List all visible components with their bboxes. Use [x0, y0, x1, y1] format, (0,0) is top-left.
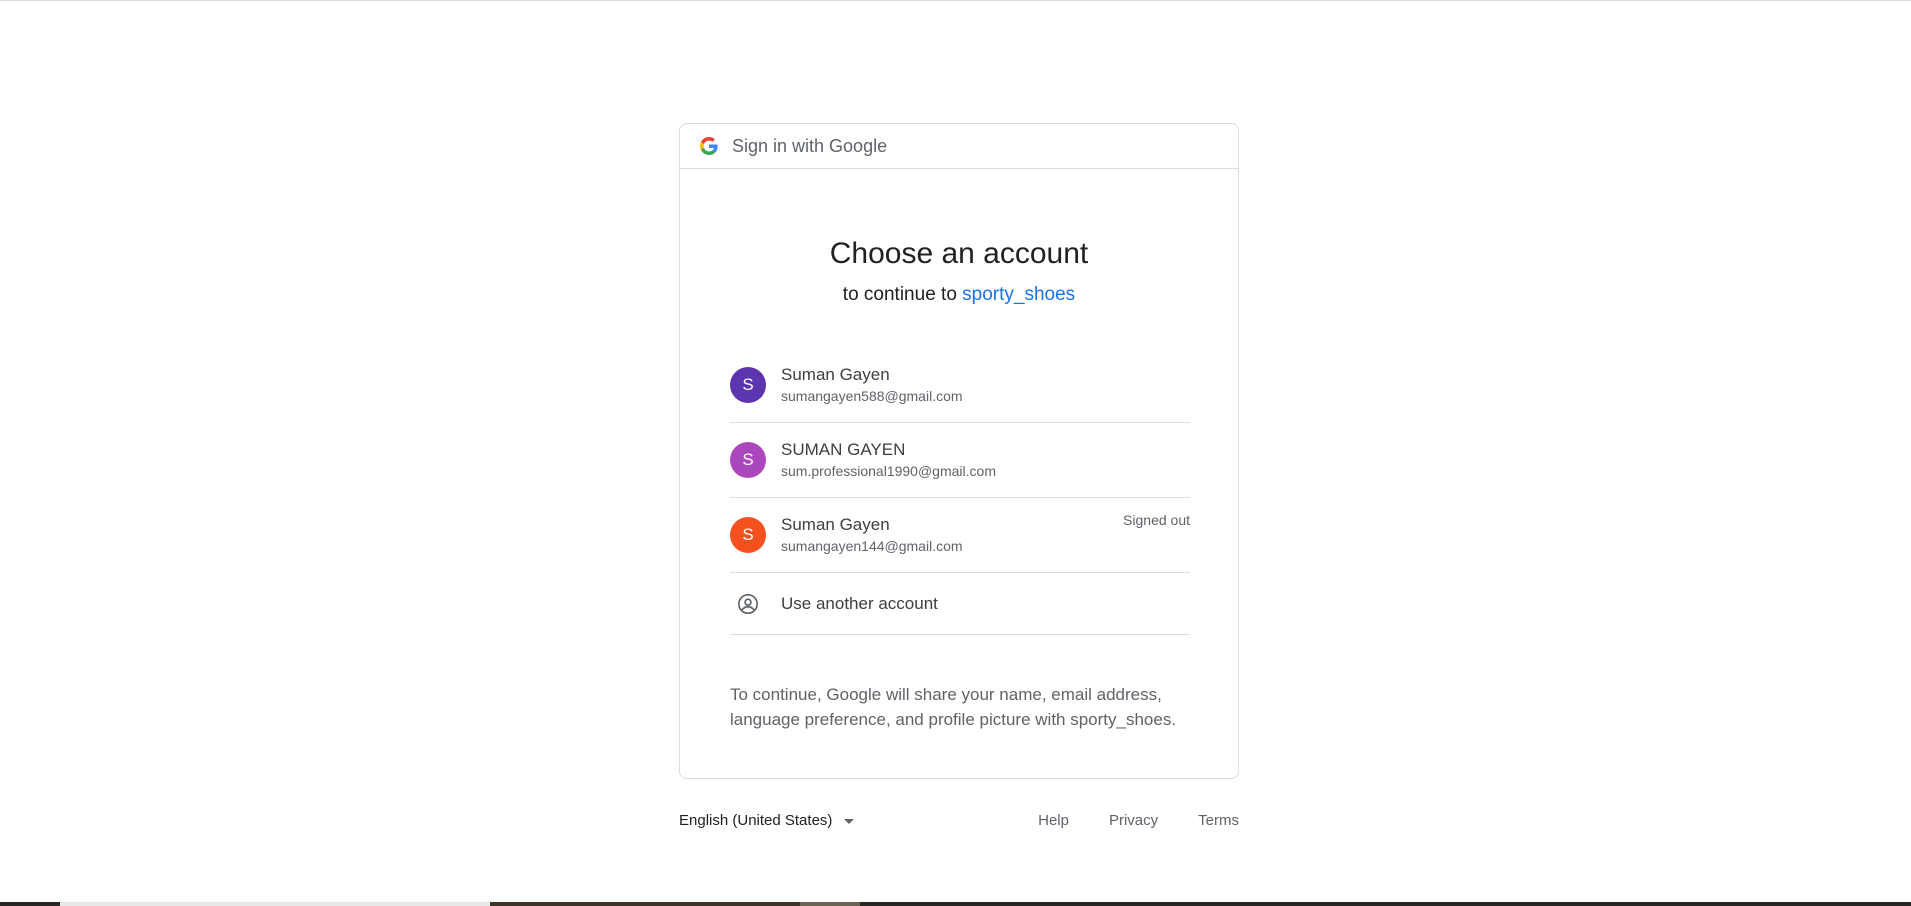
- person-circle-icon: [730, 586, 766, 622]
- google-logo-icon: [700, 137, 718, 155]
- terms-link[interactable]: Terms: [1198, 812, 1239, 829]
- chevron-down-icon: [844, 818, 855, 824]
- footer-links: Help Privacy Terms: [998, 812, 1239, 829]
- use-another-label: Use another account: [781, 593, 938, 613]
- account-item[interactable]: S SUMAN GAYEN sum.professional1990@gmail…: [730, 423, 1190, 498]
- card-header: Sign in with Google: [680, 124, 1238, 169]
- account-email: sum.professional1990@gmail.com: [781, 463, 996, 479]
- top-divider: [0, 0, 1911, 1]
- sign-in-card: Sign in with Google Choose an account to…: [679, 123, 1239, 779]
- avatar: S: [730, 367, 766, 403]
- account-name: Suman Gayen: [781, 515, 890, 534]
- account-item[interactable]: S Suman Gayen sumangayen144@gmail.com Si…: [730, 498, 1190, 573]
- avatar: S: [730, 517, 766, 553]
- language-select[interactable]: English (United States): [679, 811, 855, 829]
- background-strip: [0, 902, 1911, 906]
- page-title: Choose an account: [829, 237, 1089, 270]
- footer: English (United States) Help Privacy Ter…: [679, 809, 1239, 831]
- use-another-account-button[interactable]: Use another account: [730, 573, 1190, 635]
- language-label: English (United States): [679, 811, 833, 829]
- signed-out-status: Signed out: [1123, 512, 1190, 528]
- avatar: S: [730, 442, 766, 478]
- page-subtitle: to continue to sporty_shoes: [680, 283, 1238, 307]
- account-list: S Suman Gayen sumangayen588@gmail.com S …: [730, 348, 1190, 635]
- account-name: SUMAN GAYEN: [781, 440, 906, 459]
- account-name: Suman Gayen: [781, 365, 890, 384]
- header-title: Sign in with Google: [732, 135, 888, 156]
- help-link[interactable]: Help: [1038, 812, 1069, 829]
- privacy-link[interactable]: Privacy: [1109, 812, 1158, 829]
- account-email: sumangayen588@gmail.com: [781, 388, 963, 404]
- subtitle-prefix: to continue to: [842, 284, 963, 305]
- consent-disclaimer: To continue, Google will share your name…: [730, 685, 1177, 729]
- account-item[interactable]: S Suman Gayen sumangayen588@gmail.com: [730, 348, 1190, 423]
- app-name-link[interactable]: sporty_shoes: [962, 284, 1075, 305]
- account-email: sumangayen144@gmail.com: [781, 538, 963, 554]
